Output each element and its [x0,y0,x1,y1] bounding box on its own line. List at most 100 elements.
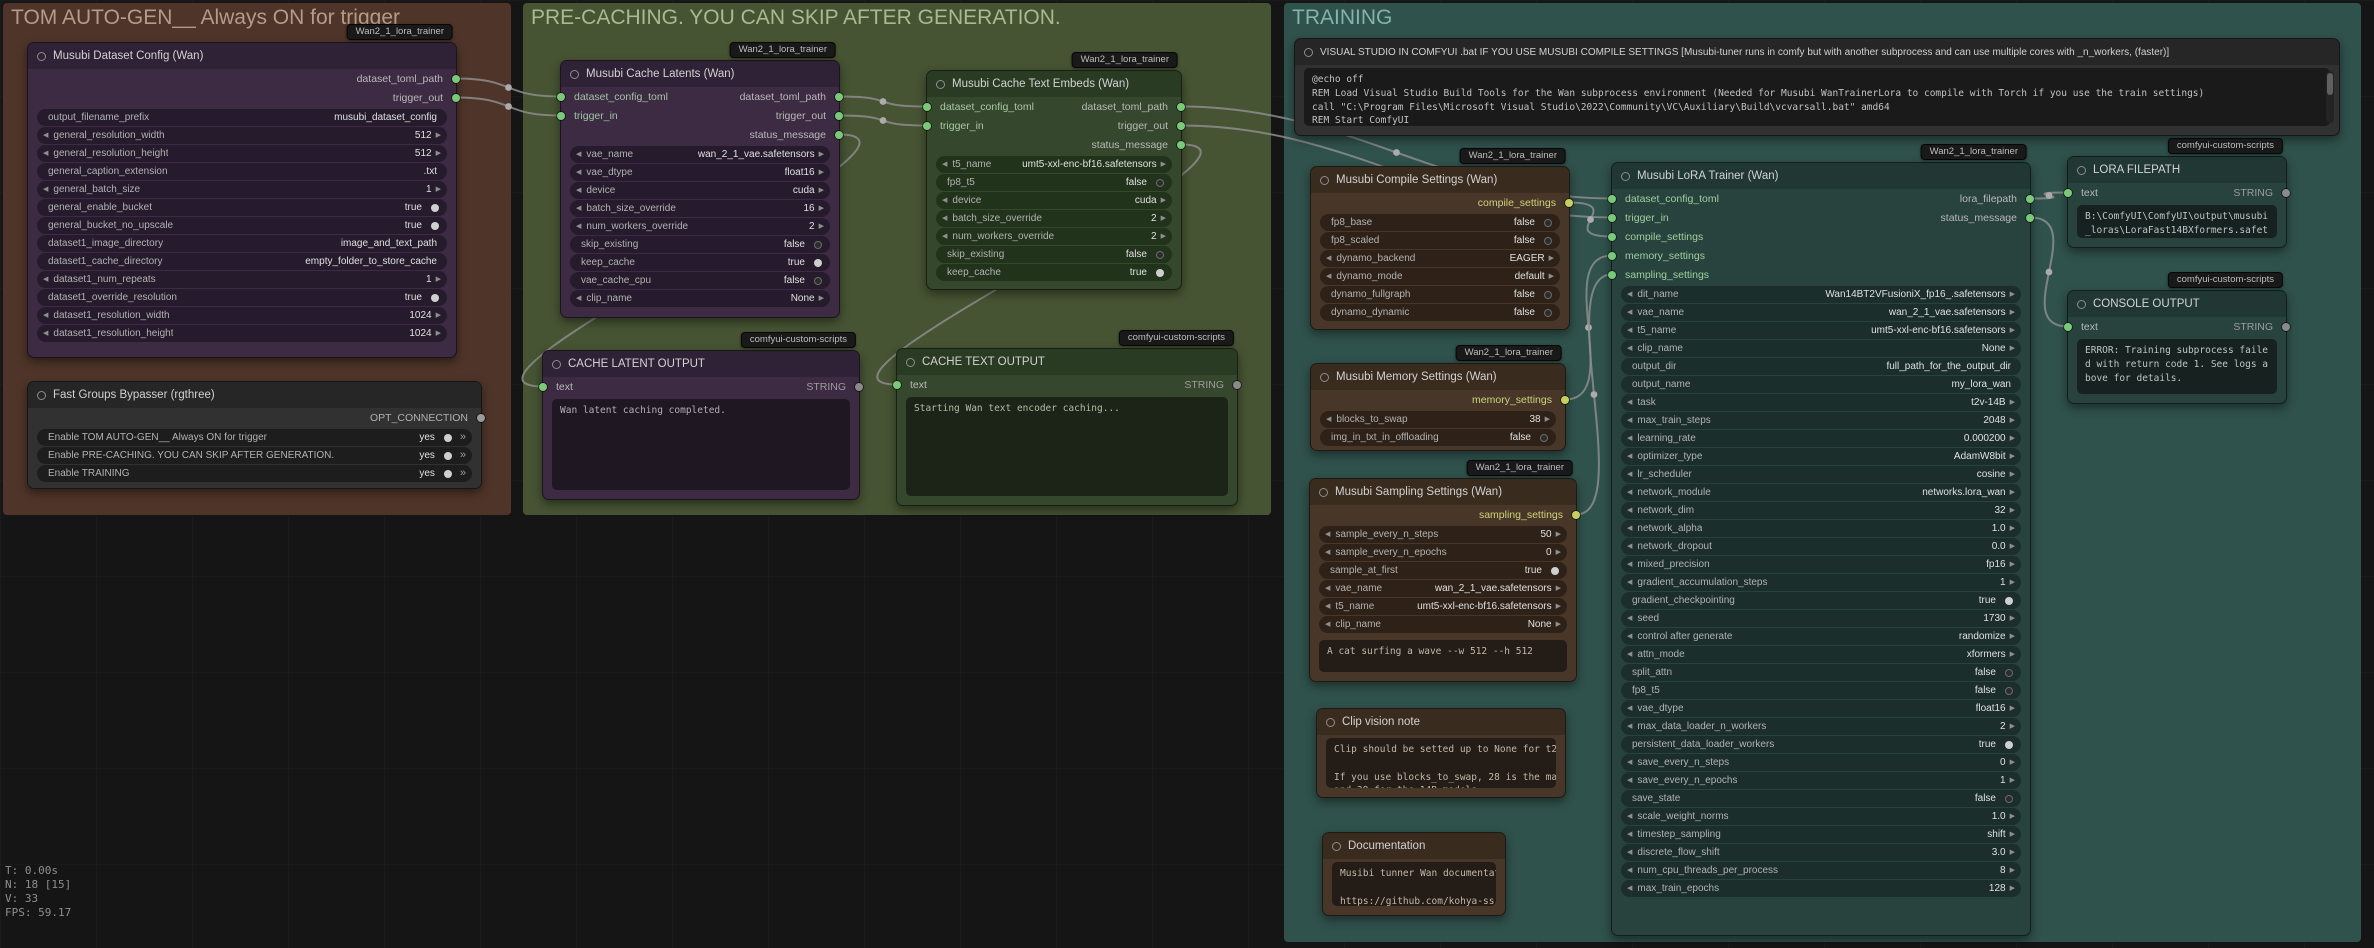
decrement-arrow-icon[interactable]: ◀ [43,150,48,157]
output-slot-dot-icon[interactable] [452,74,460,83]
input-slot-dot-icon[interactable] [923,102,931,111]
increment-arrow-icon[interactable]: ▶ [2010,345,2015,352]
decrement-arrow-icon[interactable]: ◀ [1627,489,1632,496]
widget-persistent-data-loader-workers[interactable]: persistent_data_loader_workers true [1621,736,2021,753]
input-slot-dot-icon[interactable] [2064,322,2072,331]
collapse-dot-icon[interactable] [570,69,579,79]
widget-dynamo-backend[interactable]: ◀ dynamo_backend EAGER ▶ [1320,250,1560,267]
decrement-arrow-icon[interactable]: ◀ [43,330,48,337]
widget-sample-every-n-steps[interactable]: ◀ sample_every_n_steps 50 ▶ [1319,526,1567,543]
widget-general-enable-bucket[interactable]: general_enable_bucket true [37,199,447,216]
decrement-arrow-icon[interactable]: ◀ [1627,651,1632,658]
increment-arrow-icon[interactable]: ▶ [1549,273,1554,280]
decrement-arrow-icon[interactable]: ◀ [1627,579,1632,586]
widget-dataset1-image-directory[interactable]: dataset1_image_directory image_and_text_p… [37,235,447,252]
increment-arrow-icon[interactable]: ▶ [2010,453,2015,460]
increment-arrow-icon[interactable]: ▶ [2010,849,2015,856]
decrement-arrow-icon[interactable]: ◀ [1325,621,1330,628]
widget-scale-weight-norms[interactable]: ◀ scale_weight_norms 1.0 ▶ [1621,808,2021,825]
widget-vae-name[interactable]: ◀ vae_name wan_2_1_vae.safetensors ▶ [1319,580,1567,597]
increment-arrow-icon[interactable]: ▶ [2010,831,2015,838]
increment-arrow-icon[interactable]: ▶ [436,132,441,139]
decrement-arrow-icon[interactable]: ◀ [1627,543,1632,550]
collapse-dot-icon[interactable] [1332,841,1341,851]
decrement-arrow-icon[interactable]: ◀ [1627,435,1632,442]
collapse-dot-icon[interactable] [552,359,561,369]
decrement-arrow-icon[interactable]: ◀ [43,132,48,139]
node-cache_latent_output[interactable]: CACHE LATENT OUTPUT text STRING Wan latent … [539,350,863,500]
decrement-arrow-icon[interactable]: ◀ [1627,561,1632,568]
increment-arrow-icon[interactable]: ▶ [819,205,824,212]
input-slot-dot-icon[interactable] [539,382,547,391]
increment-arrow-icon[interactable]: ▶ [1556,621,1561,628]
decrement-arrow-icon[interactable]: ◀ [576,169,581,176]
widget-dynamo-dynamic[interactable]: dynamo_dynamic false [1320,304,1560,321]
toggle-icon[interactable] [1544,218,1552,227]
increment-arrow-icon[interactable]: ▶ [2010,723,2015,730]
toggle-icon[interactable] [814,240,822,249]
widget-max-data-loader-n-workers[interactable]: ◀ max_data_loader_n_workers 2 ▶ [1621,718,2021,735]
decrement-arrow-icon[interactable]: ◀ [1627,777,1632,784]
increment-arrow-icon[interactable]: ▶ [436,276,441,283]
widget-output-filename-prefix[interactable]: output_filename_prefix musubi_dataset_con… [37,109,447,126]
increment-arrow-icon[interactable]: ▶ [1161,233,1166,240]
node-title-bar-memory_settings[interactable]: Musubi Memory Settings (Wan) [1311,364,1565,390]
node-title-bar-console_output[interactable]: CONSOLE OUTPUT [2068,291,2286,317]
widget-blocks-to-swap[interactable]: ◀ blocks_to_swap 38 ▶ [1320,411,1556,428]
decrement-arrow-icon[interactable]: ◀ [942,233,947,240]
widget-max-train-epochs[interactable]: ◀ max_train_epochs 128 ▶ [1621,880,2021,897]
decrement-arrow-icon[interactable]: ◀ [1627,471,1632,478]
group-title-pre-caching[interactable]: PRE-CACHING. YOU CAN SKIP AFTER GENERATI… [523,3,1271,33]
increment-arrow-icon[interactable]: ▶ [1549,255,1554,262]
increment-arrow-icon[interactable]: ▶ [2010,327,2015,334]
widget-skip-existing[interactable]: skip_existing false [936,246,1172,263]
widget-enable-tom-auto-gen-always-on-for-trigger[interactable]: Enable TOM AUTO-GEN__ Always ON for trig… [37,429,472,446]
node-title-bar-dataset_config[interactable]: Musubi Dataset Config (Wan) [28,43,456,69]
node-title-bar-fast_bypasser[interactable]: Fast Groups Bypasser (rgthree) [28,382,481,408]
widget-sample-at-first[interactable]: sample_at_first true [1319,562,1567,579]
widget-dit-name[interactable]: ◀ dit_name Wan14BT2VFusioniX_fp16_.safeten… [1621,286,2021,303]
collapse-dot-icon[interactable] [1319,487,1328,497]
node-visual_studio_note[interactable]: VISUAL STUDIO IN COMFYUI .bat IF YOU USE… [1294,38,2340,136]
decrement-arrow-icon[interactable]: ◀ [576,223,581,230]
toggle-icon[interactable] [2005,668,2013,677]
widget-enable-training[interactable]: Enable TRAINING yes » [37,465,472,482]
widget-dynamo-mode[interactable]: ◀ dynamo_mode default ▶ [1320,268,1560,285]
widget-dynamo-fullgraph[interactable]: dynamo_fullgraph false [1320,286,1560,303]
toggle-icon[interactable] [1551,566,1559,575]
output-slot-dot-icon[interactable] [1177,140,1185,149]
input-slot-dot-icon[interactable] [557,111,565,120]
widget-gradient-checkpointing[interactable]: gradient_checkpointing true [1621,592,2021,609]
decrement-arrow-icon[interactable]: ◀ [1627,723,1632,730]
widget-fp8-t5[interactable]: fp8_t5 false [936,174,1172,191]
node-documentation[interactable]: Documentation Musibi tunner Wan documenta… [1322,832,1506,916]
widget-skip-existing[interactable]: skip_existing false [570,236,830,253]
output-slot-dot-icon[interactable] [2026,194,2034,203]
widget-dataset1-cache-directory[interactable]: dataset1_cache_directory empty_folder_to_… [37,253,447,270]
toggle-icon[interactable] [814,258,822,267]
decrement-arrow-icon[interactable]: ◀ [1326,273,1331,280]
toggle-icon[interactable] [1540,433,1548,442]
widget-keep-cache[interactable]: keep_cache true [936,264,1172,281]
decrement-arrow-icon[interactable]: ◀ [1627,867,1632,874]
widget-learning-rate[interactable]: ◀ learning_rate 0.000200 ▶ [1621,430,2021,447]
increment-arrow-icon[interactable]: ▶ [436,150,441,157]
output-slot-dot-icon[interactable] [1565,198,1573,207]
widget-enable-pre-caching-you-can-skip-after-generation[interactable]: Enable PRE-CACHING. YOU CAN SKIP AFTER G… [37,447,472,464]
widget-sample-every-n-epochs[interactable]: ◀ sample_every_n_epochs 0 ▶ [1319,544,1567,561]
decrement-arrow-icon[interactable]: ◀ [1627,453,1632,460]
increment-arrow-icon[interactable]: ▶ [1556,585,1561,592]
widget-vae-dtype[interactable]: ◀ vae_dtype float16 ▶ [570,164,830,181]
decrement-arrow-icon[interactable]: ◀ [942,215,947,222]
widget-seed[interactable]: ◀ seed 1730 ▶ [1621,610,2021,627]
widget-network-module[interactable]: ◀ network_module networks.lora_wan ▶ [1621,484,2021,501]
widget-device[interactable]: ◀ device cuda ▶ [570,182,830,199]
decrement-arrow-icon[interactable]: ◀ [576,205,581,212]
input-slot-dot-icon[interactable] [1608,232,1616,241]
toggle-icon[interactable] [443,469,452,478]
increment-arrow-icon[interactable]: ▶ [436,186,441,193]
input-slot-dot-icon[interactable] [893,380,901,389]
widget-control-after-generate[interactable]: ◀ control after generate randomize ▶ [1621,628,2021,645]
increment-arrow-icon[interactable]: ▶ [2010,525,2015,532]
widget-vae-dtype[interactable]: ◀ vae_dtype float16 ▶ [1621,700,2021,717]
